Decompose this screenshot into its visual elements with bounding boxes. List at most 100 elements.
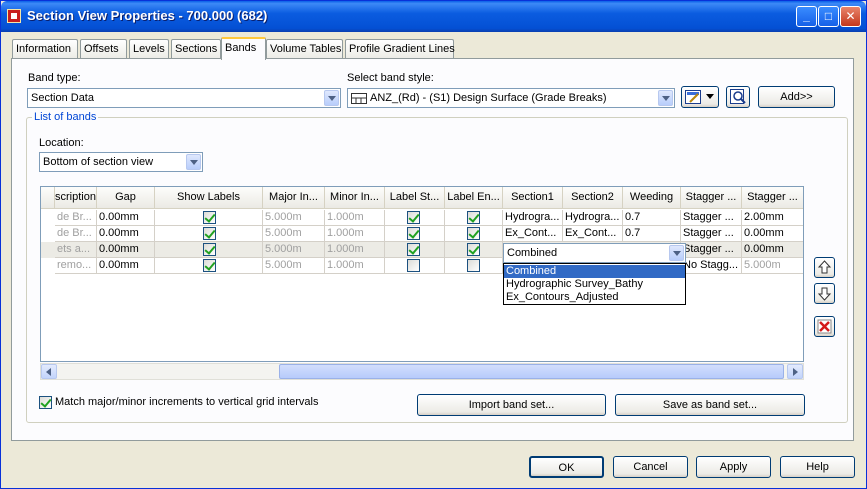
- cell-label-start[interactable]: [385, 242, 445, 258]
- cell-weeding[interactable]: 0.7: [623, 226, 681, 242]
- scroll-right-icon[interactable]: [787, 364, 803, 379]
- table-row[interactable]: remo... 0.00mm 5.000m 1.000m No Stagg...…: [41, 258, 803, 274]
- label-end-checkbox[interactable]: [467, 227, 480, 240]
- col-stagger-1[interactable]: Stagger ...: [681, 187, 742, 208]
- label-start-checkbox[interactable]: [407, 243, 420, 256]
- title-bar[interactable]: Section View Properties - 700.000 (682) …: [1, 1, 866, 32]
- cell-label-end[interactable]: [445, 258, 503, 274]
- label-end-checkbox[interactable]: [467, 211, 480, 224]
- label-start-checkbox[interactable]: [407, 211, 420, 224]
- cell-description[interactable]: remo...: [55, 258, 97, 274]
- col-major-interval[interactable]: Major In...: [263, 187, 325, 208]
- col-section1[interactable]: Section1: [503, 187, 563, 208]
- chevron-down-icon[interactable]: [186, 154, 201, 170]
- col-show-labels[interactable]: Show Labels: [155, 187, 263, 208]
- maximize-icon[interactable]: □: [818, 6, 839, 27]
- delete-band-button[interactable]: [814, 316, 835, 337]
- cell-description[interactable]: de Br...: [55, 226, 97, 242]
- cell-minor[interactable]: 1.000m: [325, 242, 385, 258]
- cell-stagger-2[interactable]: 2.00mm: [742, 210, 803, 226]
- table-row[interactable]: ets a... 0.00mm 5.000m 1.000m Stagger ..…: [41, 242, 803, 258]
- col-label-start[interactable]: Label St...: [385, 187, 445, 208]
- tab-bands[interactable]: Bands: [221, 37, 266, 60]
- move-down-button[interactable]: [814, 283, 835, 304]
- tab-sections[interactable]: Sections: [171, 39, 221, 59]
- match-increments-checkbox[interactable]: [39, 396, 52, 409]
- cell-label-start[interactable]: [385, 210, 445, 226]
- cell-stagger-1[interactable]: Stagger ...: [681, 242, 742, 258]
- preview-button[interactable]: [726, 86, 750, 108]
- cell-description[interactable]: ets a...: [55, 242, 97, 258]
- label-end-checkbox[interactable]: [467, 243, 480, 256]
- grid-horizontal-scrollbar[interactable]: [40, 363, 804, 380]
- show-labels-checkbox[interactable]: [203, 243, 216, 256]
- label-start-checkbox[interactable]: [407, 227, 420, 240]
- ok-button[interactable]: OK: [529, 456, 604, 478]
- band-style-select[interactable]: ANZ_(Rd) - (S1) Design Surface (Grade Br…: [347, 88, 675, 108]
- cell-major[interactable]: 5.000m: [263, 226, 325, 242]
- cell-stagger-2[interactable]: 5.000m: [742, 258, 803, 274]
- cell-stagger-2[interactable]: 0.00mm: [742, 226, 803, 242]
- col-gap[interactable]: Gap: [97, 187, 155, 208]
- cell-show-labels[interactable]: [155, 210, 263, 226]
- cell-label-end[interactable]: [445, 210, 503, 226]
- col-label-end[interactable]: Label En...: [445, 187, 503, 208]
- dropdown-option-combined[interactable]: Combined: [504, 265, 685, 278]
- cell-show-labels[interactable]: [155, 258, 263, 274]
- tab-volume-tables[interactable]: Volume Tables: [266, 39, 343, 59]
- label-end-checkbox[interactable]: [467, 259, 480, 272]
- tab-offsets[interactable]: Offsets: [80, 39, 127, 59]
- import-band-set-button[interactable]: Import band set...: [417, 394, 606, 416]
- close-icon[interactable]: ✕: [840, 6, 861, 27]
- show-labels-checkbox[interactable]: [203, 227, 216, 240]
- dropdown-option-hydrographic[interactable]: Hydrographic Survey_Bathy: [504, 278, 685, 291]
- tab-levels[interactable]: Levels: [129, 39, 169, 59]
- show-labels-checkbox[interactable]: [203, 259, 216, 272]
- help-button[interactable]: Help: [780, 456, 855, 478]
- cell-stagger-1[interactable]: Stagger ...: [681, 210, 742, 226]
- cell-stagger-2[interactable]: 0.00mm: [742, 242, 803, 258]
- scroll-left-icon[interactable]: [41, 364, 57, 379]
- col-description[interactable]: scription: [55, 187, 97, 208]
- edit-style-button[interactable]: [681, 86, 719, 108]
- section1-select[interactable]: Combined: [503, 243, 686, 263]
- scroll-thumb[interactable]: [279, 364, 784, 379]
- cell-gap[interactable]: 0.00mm: [97, 210, 155, 226]
- cancel-button[interactable]: Cancel: [613, 456, 688, 478]
- cell-weeding[interactable]: 0.7: [623, 210, 681, 226]
- band-type-select[interactable]: Section Data: [27, 88, 341, 108]
- show-labels-checkbox[interactable]: [203, 211, 216, 224]
- dropdown-option-ex-contours[interactable]: Ex_Contours_Adjusted: [504, 291, 685, 304]
- cell-label-end[interactable]: [445, 242, 503, 258]
- cell-major[interactable]: 5.000m: [263, 258, 325, 274]
- cell-stagger-1[interactable]: Stagger ...: [681, 226, 742, 242]
- cell-label-end[interactable]: [445, 226, 503, 242]
- col-section2[interactable]: Section2: [563, 187, 623, 208]
- cell-major[interactable]: 5.000m: [263, 242, 325, 258]
- cell-section1[interactable]: Ex_Cont...: [503, 226, 563, 242]
- cell-gap[interactable]: 0.00mm: [97, 242, 155, 258]
- cell-gap[interactable]: 0.00mm: [97, 226, 155, 242]
- chevron-down-icon[interactable]: [658, 90, 673, 106]
- chevron-down-icon[interactable]: [669, 245, 684, 261]
- apply-button[interactable]: Apply: [696, 456, 771, 478]
- label-start-checkbox[interactable]: [407, 259, 420, 272]
- save-band-set-button[interactable]: Save as band set...: [615, 394, 805, 416]
- cell-description[interactable]: de Br...: [55, 210, 97, 226]
- cell-label-start[interactable]: [385, 258, 445, 274]
- cell-show-labels[interactable]: [155, 226, 263, 242]
- cell-show-labels[interactable]: [155, 242, 263, 258]
- tab-profile-gradient-lines[interactable]: Profile Gradient Lines: [345, 39, 455, 59]
- table-row[interactable]: de Br... 0.00mm 5.000m 1.000m Hydrogra..…: [41, 210, 803, 226]
- col-minor-interval[interactable]: Minor In...: [325, 187, 385, 208]
- location-select[interactable]: Bottom of section view: [39, 152, 203, 172]
- move-up-button[interactable]: [814, 257, 835, 278]
- col-stagger-2[interactable]: Stagger ...: [742, 187, 803, 208]
- cell-section1[interactable]: Hydrogra...: [503, 210, 563, 226]
- tab-information[interactable]: Information: [12, 39, 78, 59]
- cell-minor[interactable]: 1.000m: [325, 226, 385, 242]
- cell-minor[interactable]: 1.000m: [325, 210, 385, 226]
- table-row[interactable]: de Br... 0.00mm 5.000m 1.000m Ex_Cont...…: [41, 226, 803, 242]
- cell-stagger-1[interactable]: No Stagg...: [681, 258, 742, 274]
- cell-section2[interactable]: Hydrogra...: [563, 210, 623, 226]
